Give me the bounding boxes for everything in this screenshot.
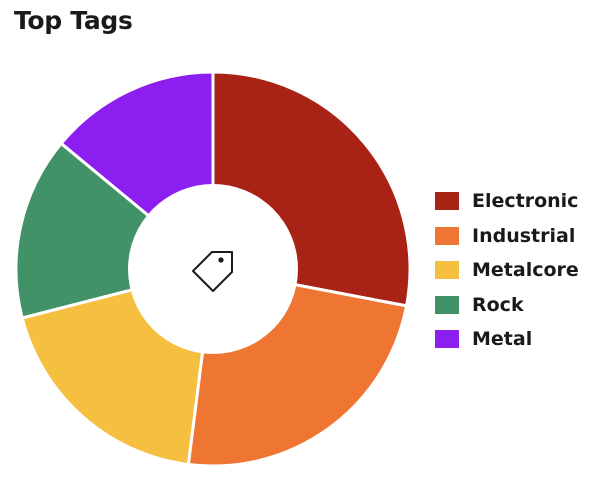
legend-swatch (435, 261, 459, 280)
legend-label: Rock (472, 293, 524, 316)
legend-swatch (435, 330, 459, 349)
legend-item-rock[interactable]: Rock (435, 288, 579, 323)
legend-label: Metalcore (472, 259, 579, 282)
chart-legend: Electronic Industrial Metalcore Rock Metal (435, 184, 579, 357)
legend-label: Electronic (472, 190, 579, 213)
legend-swatch (435, 192, 459, 211)
donut-hole (128, 184, 298, 354)
legend-label: Metal (472, 328, 533, 351)
legend-item-electronic[interactable]: Electronic (435, 184, 579, 219)
legend-item-industrial[interactable]: Industrial (435, 219, 579, 254)
donut-chart (14, 70, 412, 468)
legend-item-metal[interactable]: Metal (435, 322, 579, 357)
legend-label: Industrial (472, 224, 576, 247)
legend-swatch (435, 226, 459, 245)
legend-swatch (435, 295, 459, 314)
top-tags-card: Top Tags Electronic Industrial Metalcore Ro… (0, 0, 599, 482)
legend-item-metalcore[interactable]: Metalcore (435, 253, 579, 288)
